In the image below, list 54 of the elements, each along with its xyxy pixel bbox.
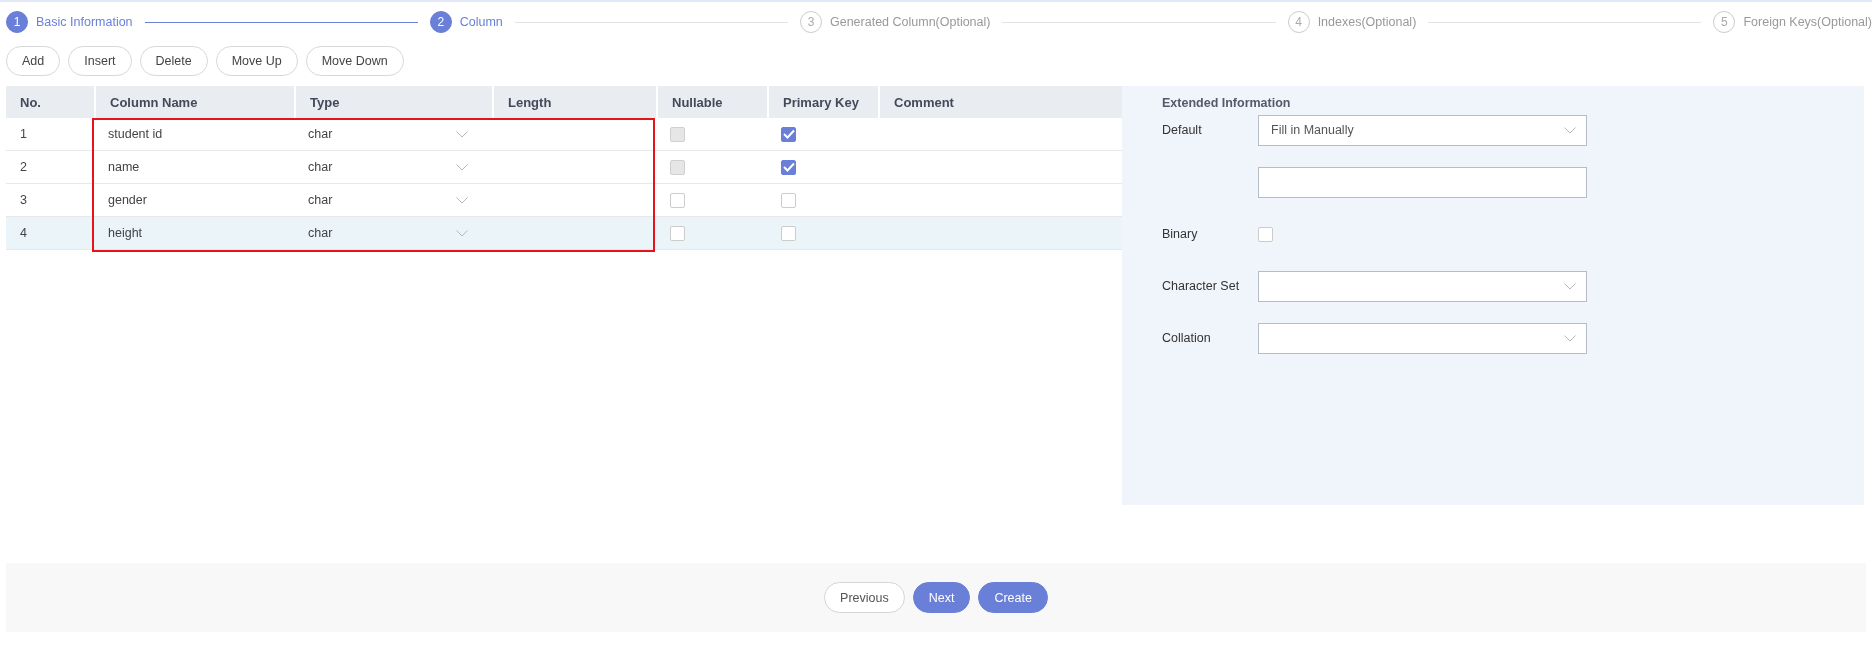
column-header: Type xyxy=(294,86,492,118)
table-cell: name xyxy=(108,160,140,174)
table-cell: height xyxy=(108,226,143,240)
select-field[interactable] xyxy=(1258,270,1587,302)
checkbox[interactable] xyxy=(781,159,796,175)
toolbar-button[interactable]: Move Up xyxy=(215,46,298,76)
table-cell: char xyxy=(308,160,333,174)
table-cell: 2 xyxy=(20,160,27,174)
wizard-step[interactable]: 1 Basic Information xyxy=(6,11,133,33)
table-cell: 3 xyxy=(20,193,27,207)
footer-button[interactable]: Create xyxy=(978,582,1048,613)
field-label: Character Set xyxy=(1162,279,1240,293)
footer-button[interactable]: Previous xyxy=(824,582,905,613)
chevron-down-icon xyxy=(456,163,468,171)
wizard-step[interactable]: 2 Column xyxy=(429,11,503,33)
chevron-down-icon xyxy=(456,130,468,138)
checkbox[interactable] xyxy=(1258,226,1273,242)
field-label: Collation xyxy=(1162,331,1211,345)
table-cell: char xyxy=(308,193,333,207)
checkbox[interactable] xyxy=(781,126,796,142)
column-header: Nullable xyxy=(656,86,767,118)
toolbar-button[interactable]: Insert xyxy=(68,46,132,76)
column-header: Column Name xyxy=(94,86,294,118)
input-field[interactable] xyxy=(1258,166,1587,198)
table-cell: student id xyxy=(108,127,163,141)
chevron-down-icon xyxy=(1564,334,1576,342)
checkbox[interactable] xyxy=(670,192,685,208)
chevron-down-icon xyxy=(1564,282,1576,290)
table-row[interactable]: 4 height char xyxy=(6,217,1122,250)
column-header: Primary Key xyxy=(767,86,878,118)
table-cell: 1 xyxy=(20,127,27,141)
chevron-down-icon xyxy=(456,196,468,204)
column-header: Length xyxy=(492,86,656,118)
panel-title: Extended Information xyxy=(1162,96,1292,110)
table-cell: gender xyxy=(108,193,147,207)
checkbox[interactable] xyxy=(781,225,796,241)
chevron-down-icon xyxy=(456,229,468,237)
table-row[interactable]: 1 student id char xyxy=(6,118,1122,151)
toolbar-button[interactable]: Move Down xyxy=(305,46,404,76)
field-label: Default xyxy=(1162,123,1202,137)
chevron-down-icon xyxy=(1564,126,1576,134)
checkbox[interactable] xyxy=(670,225,685,241)
table-cell: 4 xyxy=(20,226,27,240)
column-header: No. xyxy=(19,93,42,112)
checkbox[interactable] xyxy=(781,192,796,208)
table-cell: char xyxy=(308,226,333,240)
table-cell: char xyxy=(308,127,333,141)
toolbar-button[interactable]: Delete xyxy=(139,46,208,76)
footer-button[interactable]: Next xyxy=(912,582,971,613)
field-label: Binary xyxy=(1162,227,1198,241)
select-field[interactable]: Fill in Manually xyxy=(1258,114,1587,146)
select-field[interactable] xyxy=(1258,322,1587,354)
table-row[interactable]: 2 name char xyxy=(6,151,1122,184)
toolbar-button[interactable]: Add xyxy=(6,46,61,76)
